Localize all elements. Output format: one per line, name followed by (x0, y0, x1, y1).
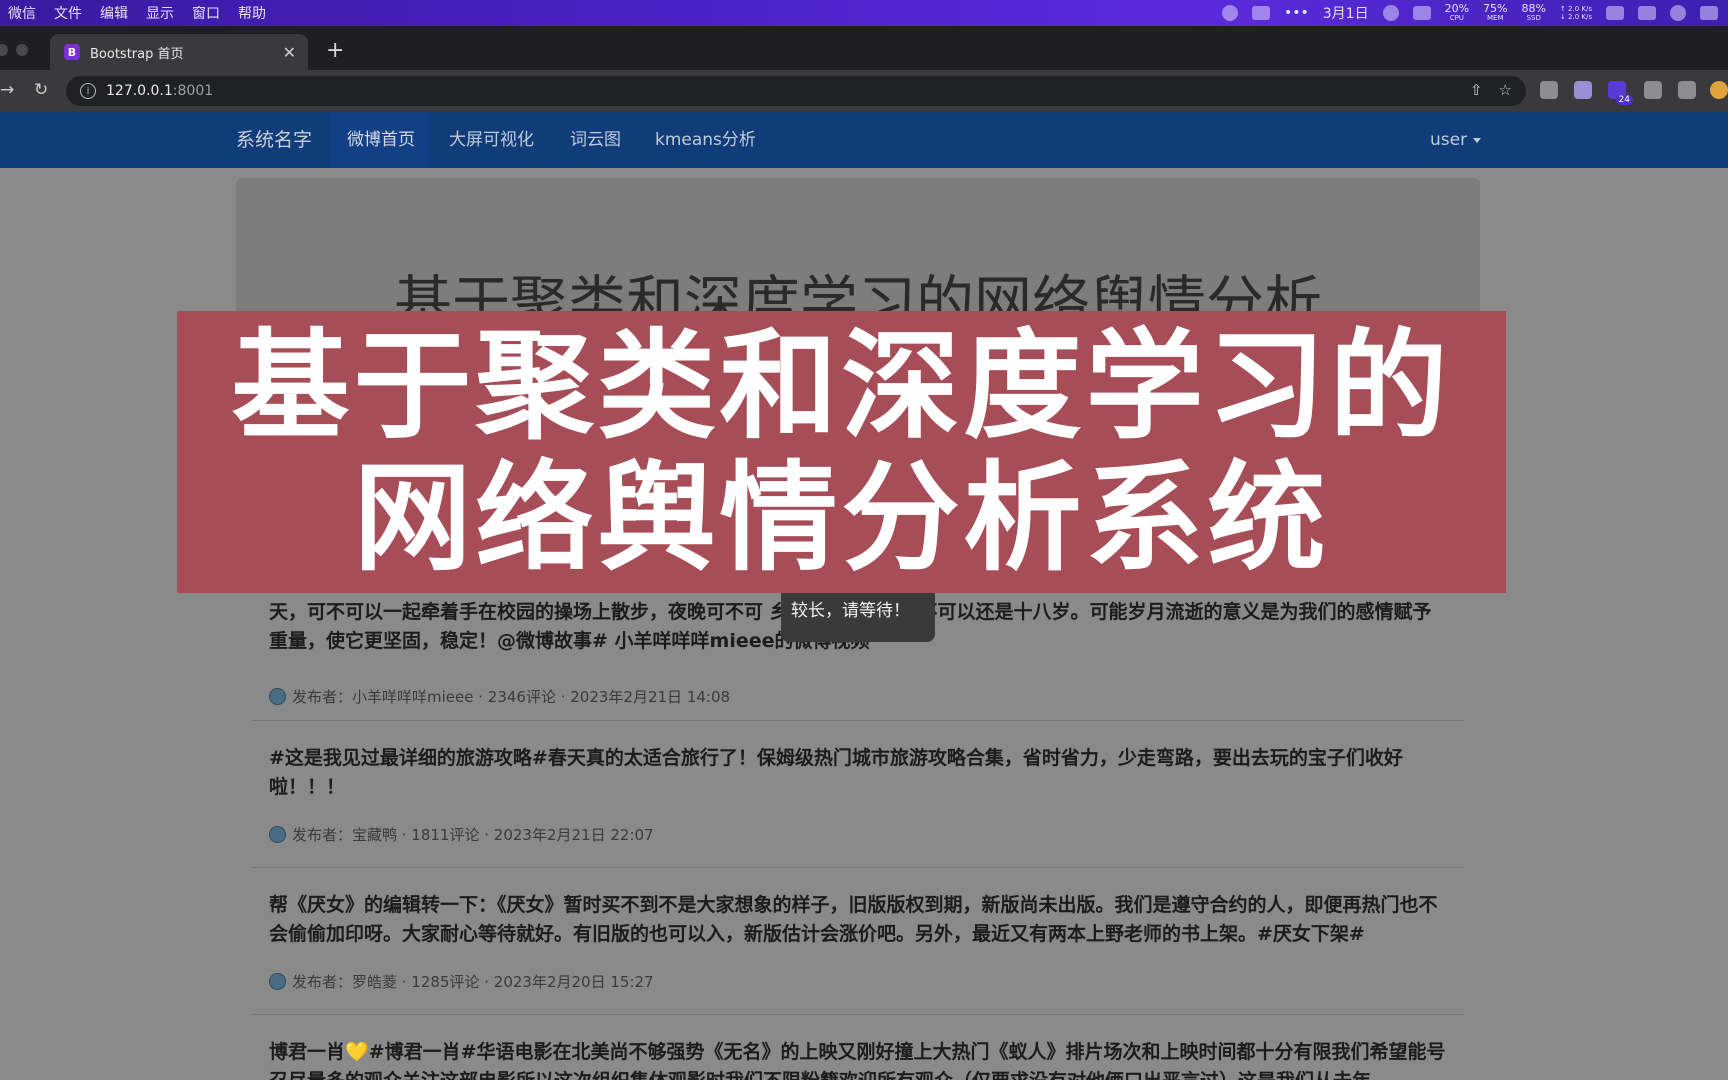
window-close-dot[interactable] (0, 44, 8, 56)
avatar (269, 826, 286, 843)
profile-avatar[interactable] (1710, 81, 1728, 99)
post-item[interactable]: #这是我见过最详细的旅游攻略#春天真的太适合旅行了！保姆级热门城市旅游攻略合集，… (252, 720, 1464, 868)
bootstrap-favicon-icon: B (64, 44, 80, 60)
avatar (269, 688, 286, 705)
post-meta: 发布者：小羊咩咩咩mieee · 2346评论 · 2023年2月21日 14:… (269, 686, 730, 707)
banner-line-1: 基于聚类和深度学习的 (231, 317, 1452, 455)
wifi-icon[interactable] (1670, 5, 1686, 21)
ssd-stat: 88% SSD (1521, 2, 1546, 22)
system-menu-bar: 微信 文件 编辑 显示 窗口 帮助 ••• 3月1日 20% CPU 75% MEM… (0, 0, 1728, 26)
record-icon[interactable] (1221, 5, 1238, 21)
extensions-puzzle-icon[interactable] (1644, 81, 1662, 99)
menu-edit[interactable]: 编辑 (100, 3, 128, 23)
menu-window[interactable]: 窗口 (192, 3, 220, 23)
reload-icon[interactable]: ↻ (34, 80, 48, 100)
new-tab-button[interactable]: + (326, 38, 344, 63)
site-navbar: 系统名字 微博首页 大屏可视化 词云图 kmeans分析 user (0, 112, 1728, 168)
extension-badge-count: 24 (1615, 95, 1633, 105)
extension-reader-icon[interactable] (1540, 81, 1558, 99)
cat-icon[interactable] (1606, 6, 1624, 20)
post-text: 帮《厌女》的编辑转一下：《厌女》暂时买不到不是大家想象的样子，旧版版权到期，新版… (269, 894, 1438, 945)
bookmark-star-icon[interactable]: ☆ (1499, 81, 1512, 99)
menu-wechat[interactable]: 微信 (8, 3, 36, 23)
close-tab-icon[interactable]: ✕ (283, 43, 296, 62)
window-minimize-dot[interactable] (16, 44, 28, 56)
side-panel-icon[interactable] (1678, 81, 1696, 99)
title-banner-overlay: 基于聚类和深度学习的 网络舆情分析系统 (177, 311, 1506, 593)
extension-translate-icon[interactable] (1574, 81, 1592, 99)
share-icon[interactable]: ⇧ (1470, 81, 1483, 99)
menu-file[interactable]: 文件 (54, 3, 82, 23)
page-viewport: 系统名字 微博首页 大屏可视化 词云图 kmeans分析 user 基于聚类和深… (0, 112, 1728, 1080)
post-text: #这是我见过最详细的旅游攻略#春天真的太适合旅行了！保姆级热门城市旅游攻略合集，… (269, 747, 1403, 798)
post-meta: 发布者：罗皓菱 · 1285评论 · 2023年2月20日 15:27 (269, 971, 654, 992)
menu-help[interactable]: 帮助 (238, 3, 266, 23)
url-port: :8001 (172, 83, 214, 99)
user-name: user (1430, 130, 1468, 150)
nav-link-weibo-home[interactable]: 微博首页 (331, 112, 431, 168)
wechat-icon[interactable] (1251, 6, 1270, 20)
menu-view[interactable]: 显示 (146, 3, 174, 23)
post-item[interactable]: 博君一肖💛#博君一肖#华语电影在北美尚不够强势《无名》的上映又刚好撞上大热门《蚁… (252, 1014, 1464, 1080)
browser-toolbar: → ↻ i 127.0.0.1:8001 ⇧ ☆ 24 (0, 70, 1728, 112)
tab-title: Bootstrap 首页 (90, 46, 184, 62)
site-info-icon[interactable]: i (80, 83, 96, 99)
post-text: 博君一肖💛#博君一肖#华语电影在北美尚不够强势《无名》的上映又刚好撞上大热门《蚁… (269, 1041, 1446, 1080)
nav-link-kmeans[interactable]: kmeans分析 (655, 112, 756, 168)
post-meta-text: 发布者：宝藏鸭 · 1811评论 · 2023年2月21日 22:07 (292, 826, 654, 844)
nav-link-big-screen[interactable]: 大屏可视化 (449, 112, 534, 168)
post-meta: 发布者：宝藏鸭 · 1811评论 · 2023年2月21日 22:07 (269, 824, 654, 845)
grid-icon[interactable] (1412, 6, 1431, 20)
post-meta-text: 发布者：小羊咩咩咩mieee · 2346评论 · 2023年2月21日 14:… (292, 688, 731, 706)
post-meta-text: 发布者：罗皓菱 · 1285评论 · 2023年2月20日 15:27 (292, 973, 654, 991)
post-item[interactable]: 帮《厌女》的编辑转一下：《厌女》暂时买不到不是大家想象的样子，旧版版权到期，新版… (252, 867, 1464, 1015)
browser-tab-strip: B Bootstrap 首页 ✕ + (0, 26, 1728, 70)
caret-down-icon (1473, 137, 1482, 143)
nav-link-word-cloud[interactable]: 词云图 (570, 112, 621, 168)
navbar-brand[interactable]: 系统名字 (236, 112, 312, 168)
address-bar[interactable]: i 127.0.0.1:8001 ⇧ ☆ (66, 76, 1526, 106)
bell-icon[interactable] (1382, 5, 1399, 21)
network-stat: ↑ 2.0 K/s ↓ 2.0 K/s (1559, 5, 1592, 21)
mem-stat: 75% MEM (1483, 2, 1508, 22)
more-icon[interactable]: ••• (1284, 5, 1309, 21)
forward-icon[interactable]: → (0, 80, 14, 100)
avatar (269, 973, 286, 990)
browser-tab[interactable]: B Bootstrap 首页 ✕ (50, 34, 308, 70)
cpu-stat: 20% CPU (1444, 2, 1470, 22)
extension-badge-icon[interactable]: 24 (1608, 81, 1633, 105)
menubar-date[interactable]: 3月1日 (1323, 3, 1369, 23)
control-center-icon[interactable] (1700, 6, 1718, 20)
battery-icon[interactable] (1638, 6, 1656, 20)
user-dropdown[interactable]: user (1430, 112, 1482, 168)
banner-line-2: 网络舆情分析系统 (353, 449, 1330, 587)
url-host: 127.0.0.1 (106, 83, 173, 99)
